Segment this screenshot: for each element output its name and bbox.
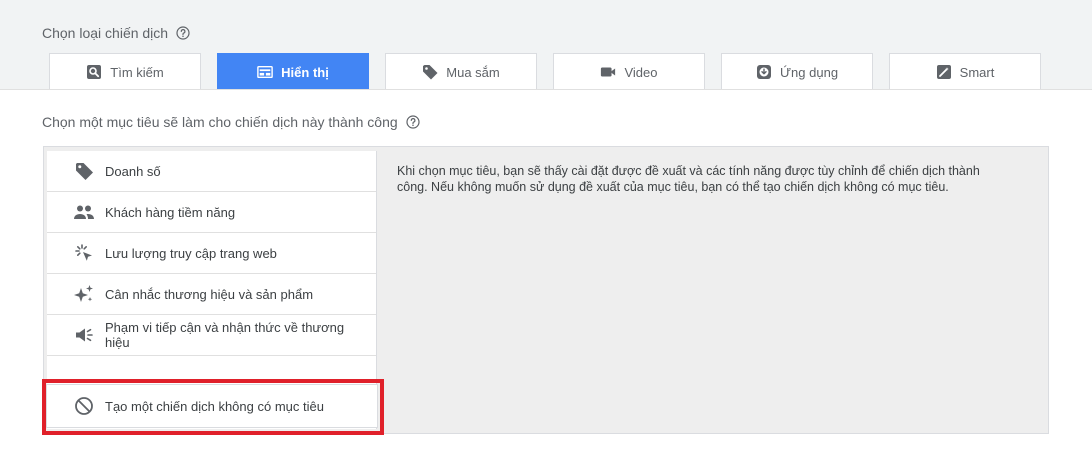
goal-item-label: Doanh số bbox=[105, 163, 161, 179]
megaphone-icon bbox=[73, 324, 95, 346]
tab-video[interactable]: Video bbox=[553, 53, 705, 90]
create-without-goal-option[interactable]: Tạo một chiến dịch không có mục tiêu bbox=[46, 384, 378, 428]
create-without-goal-label: Tạo một chiến dịch không có mục tiêu bbox=[105, 398, 324, 414]
people-icon bbox=[73, 201, 95, 223]
tab-shopping-label: Mua sắm bbox=[446, 64, 500, 80]
tab-video-label: Video bbox=[624, 64, 658, 80]
goal-item-brand-awareness[interactable]: Phạm vi tiếp cận và nhận thức về thương … bbox=[47, 315, 376, 356]
tab-smart-label: Smart bbox=[959, 64, 995, 80]
tab-search[interactable]: Tìm kiếm bbox=[49, 53, 201, 90]
tab-smart[interactable]: Smart bbox=[889, 53, 1041, 90]
tab-search-label: Tìm kiếm bbox=[110, 64, 164, 80]
tag-icon bbox=[73, 160, 95, 182]
display-icon bbox=[257, 64, 273, 80]
video-icon bbox=[600, 64, 616, 80]
goal-item-website-traffic[interactable]: Lưu lượng truy cập trang web bbox=[47, 233, 376, 274]
goal-item-leads[interactable]: Khách hàng tiềm năng bbox=[47, 192, 376, 233]
magic-wand-icon bbox=[936, 64, 952, 80]
goal-item-brand-consideration[interactable]: Cân nhắc thương hiệu và sản phẩm bbox=[47, 274, 376, 315]
tab-app-label: Ứng dụng bbox=[779, 64, 839, 80]
campaign-type-tabs: Tìm kiếm Hiển thị Mua sắm Video Ứng dụng bbox=[49, 53, 1041, 90]
goal-description: Khi chọn mục tiêu, bạn sẽ thấy cài đặt đ… bbox=[397, 164, 980, 194]
campaign-setup-page: Chọn loại chiến dịch Tìm kiếm Hiển thị M… bbox=[0, 0, 1092, 470]
cursor-click-icon bbox=[73, 242, 95, 264]
campaign-type-heading: Chọn loại chiến dịch bbox=[42, 25, 190, 41]
app-download-icon bbox=[756, 64, 772, 80]
help-icon[interactable] bbox=[176, 26, 190, 40]
tab-shopping[interactable]: Mua sắm bbox=[385, 53, 537, 90]
campaign-type-title: Chọn loại chiến dịch bbox=[42, 25, 169, 41]
tag-icon bbox=[422, 64, 438, 80]
goal-title: Chọn một mục tiêu sẽ làm cho chiến dịch … bbox=[42, 114, 398, 130]
help-icon[interactable] bbox=[406, 115, 420, 129]
goal-item-sales[interactable]: Doanh số bbox=[47, 151, 376, 192]
tab-display-label: Hiển thị bbox=[281, 64, 329, 80]
goal-item-label: Lưu lượng truy cập trang web bbox=[105, 245, 277, 261]
block-icon bbox=[73, 395, 95, 417]
goal-item-label: Cân nhắc thương hiệu và sản phẩm bbox=[105, 286, 314, 302]
goal-item-label: Khách hàng tiềm năng bbox=[105, 204, 236, 220]
goal-item-label: Phạm vi tiếp cận và nhận thức về thương … bbox=[105, 320, 345, 350]
tab-app[interactable]: Ứng dụng bbox=[721, 53, 873, 90]
tab-display[interactable]: Hiển thị bbox=[217, 53, 369, 90]
sparkle-icon bbox=[73, 283, 95, 305]
goal-heading: Chọn một mục tiêu sẽ làm cho chiến dịch … bbox=[42, 114, 420, 130]
search-icon bbox=[86, 64, 102, 80]
